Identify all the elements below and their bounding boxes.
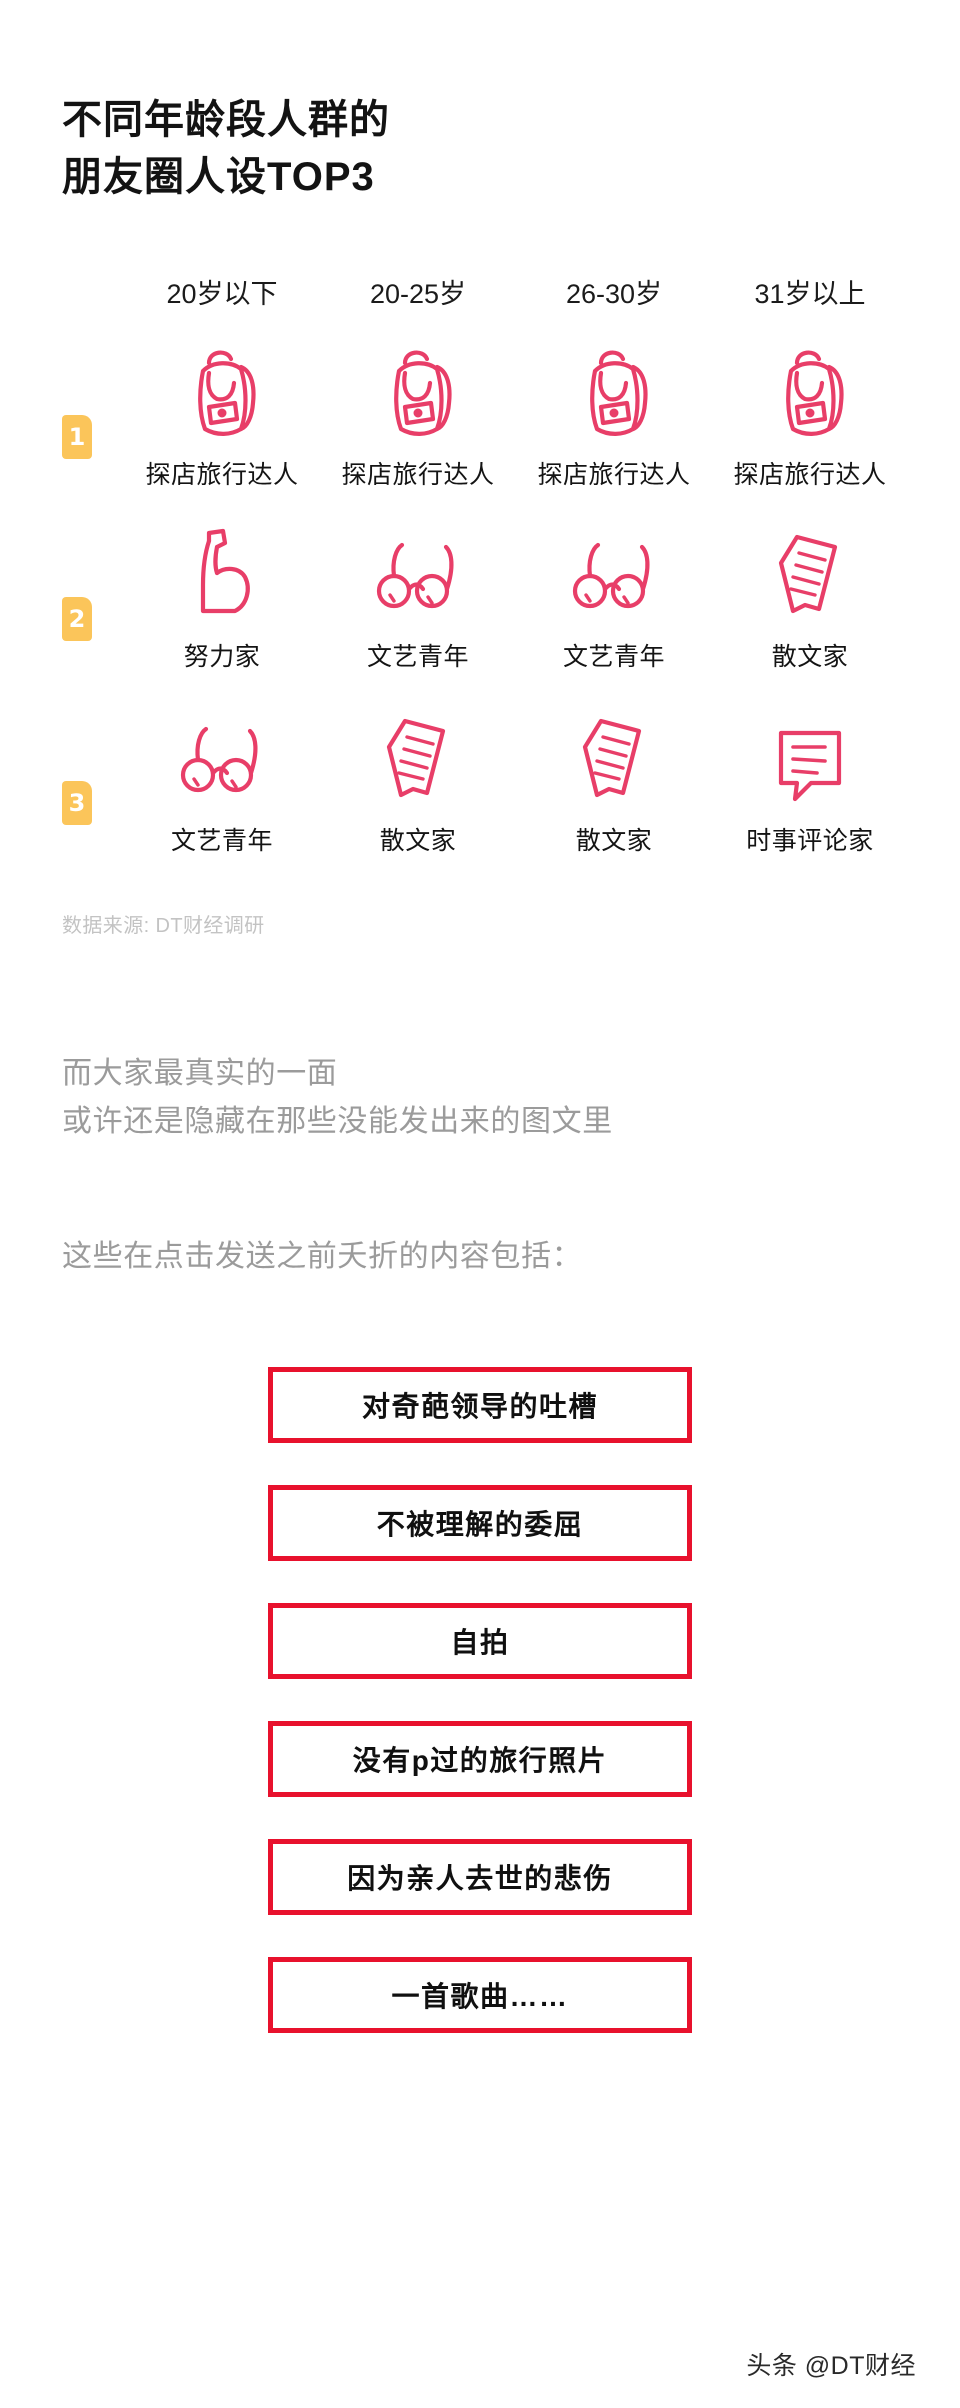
cell-label: 散文家 [771, 642, 849, 671]
cell-r2-c2: 文艺青年 [516, 519, 712, 673]
list-item: 不被理解的委屈 [268, 1485, 692, 1562]
backpack-icon [571, 337, 657, 441]
list-item: 一首歌曲…… [268, 1957, 692, 2034]
cell-label: 时事评论家 [746, 826, 874, 855]
cell-label: 散文家 [379, 826, 457, 855]
rank-badge-1: 1 [62, 414, 92, 459]
row-cells-2: 努力家 文艺青年 文艺青年 散文家 [124, 519, 908, 673]
title-line-1: 不同年龄段人群的 [62, 98, 390, 142]
rank-badge-3: 3 [62, 780, 92, 825]
cell-label: 散文家 [575, 826, 653, 855]
cell-r3-c2: 散文家 [516, 703, 712, 857]
document-icon [767, 519, 853, 623]
glasses-icon [564, 519, 664, 623]
table-row: 2 努力家 文艺青年 文艺青年 散文家 [62, 519, 926, 673]
table-row: 3 文艺青年 散文家 散文家 时事评论家 [62, 703, 926, 857]
backpack-icon [767, 337, 853, 441]
cell-label: 探店旅行达人 [733, 460, 887, 489]
cell-r1-c3: 探店旅行达人 [712, 337, 908, 491]
paragraph-one-line-1: 而大家最真实的一面 [62, 1056, 338, 1090]
cell-r2-c0: 努力家 [124, 519, 320, 673]
column-header-age-1: 20-25岁 [369, 278, 467, 309]
watermark: 头条 @DT财经 [746, 2352, 916, 2380]
cell-r3-c0: 文艺青年 [124, 703, 320, 857]
row-cells-3: 文艺青年 散文家 散文家 时事评论家 [124, 703, 908, 857]
glasses-icon [172, 703, 272, 807]
cell-r3-c3: 时事评论家 [712, 703, 908, 857]
cell-r1-c0: 探店旅行达人 [124, 337, 320, 491]
cell-r2-c3: 散文家 [712, 519, 908, 673]
column-header-age-2: 26-30岁 [565, 278, 663, 309]
rank-badge-2: 2 [62, 596, 92, 641]
backpack-icon [179, 337, 265, 441]
cell-label: 探店旅行达人 [537, 460, 691, 489]
ranking-table: 20岁以下 20-25岁 26-30岁 31岁以上 1 探店旅行达人 探店旅行达… [0, 272, 960, 857]
list-item: 没有p过的旅行照片 [268, 1721, 692, 1798]
paragraph-one-line-2: 或许还是隐藏在那些没能发出来的图文里 [62, 1105, 613, 1139]
boxed-item-list: 对奇葩领导的吐槽 不被理解的委屈 自拍 没有p过的旅行照片 因为亲人去世的悲伤 … [0, 1367, 960, 2034]
list-item: 对奇葩领导的吐槽 [268, 1367, 692, 1444]
column-header-row: 20岁以下 20-25岁 26-30岁 31岁以上 [124, 272, 926, 311]
cell-label: 文艺青年 [562, 642, 665, 671]
infographic-page: 不同年龄段人群的 朋友圈人设TOP3 20岁以下 20-25岁 26-30岁 3… [0, 0, 960, 2408]
speech-bubble-icon [765, 703, 855, 807]
cell-label: 探店旅行达人 [145, 460, 299, 489]
row-cells-1: 探店旅行达人 探店旅行达人 探店旅行达人 探店旅行达人 [124, 337, 908, 491]
glasses-icon [368, 519, 468, 623]
document-icon [375, 703, 461, 807]
cell-r1-c2: 探店旅行达人 [516, 337, 712, 491]
title-line-2: 朋友圈人设TOP3 [62, 154, 375, 199]
cell-label: 文艺青年 [366, 642, 469, 671]
paragraph-one: 而大家最真实的一面 或许还是隐藏在那些没能发出来的图文里 [0, 1050, 960, 1147]
cell-r1-c1: 探店旅行达人 [320, 337, 516, 491]
column-header-age-0: 20岁以下 [166, 278, 278, 309]
cell-label: 努力家 [183, 642, 261, 671]
data-source-note: 数据来源: DT财经调研 [62, 914, 265, 937]
cell-r2-c1: 文艺青年 [320, 519, 516, 673]
page-title: 不同年龄段人群的 朋友圈人设TOP3 [0, 0, 960, 206]
backpack-icon [375, 337, 461, 441]
list-item: 自拍 [268, 1603, 692, 1680]
list-item: 因为亲人去世的悲伤 [268, 1839, 692, 1916]
paragraph-two: 这些在点击发送之前夭折的内容包括： [0, 1233, 960, 1282]
flexed-biceps-icon [179, 519, 265, 623]
column-header-age-3: 31岁以上 [754, 278, 866, 309]
document-icon [571, 703, 657, 807]
cell-label: 探店旅行达人 [341, 460, 495, 489]
cell-r3-c1: 散文家 [320, 703, 516, 857]
cell-label: 文艺青年 [170, 826, 273, 855]
table-row: 1 探店旅行达人 探店旅行达人 探店旅行达人 探店旅行达人 [62, 337, 926, 491]
paragraph-two-line-1: 这些在点击发送之前夭折的内容包括： [62, 1239, 583, 1273]
